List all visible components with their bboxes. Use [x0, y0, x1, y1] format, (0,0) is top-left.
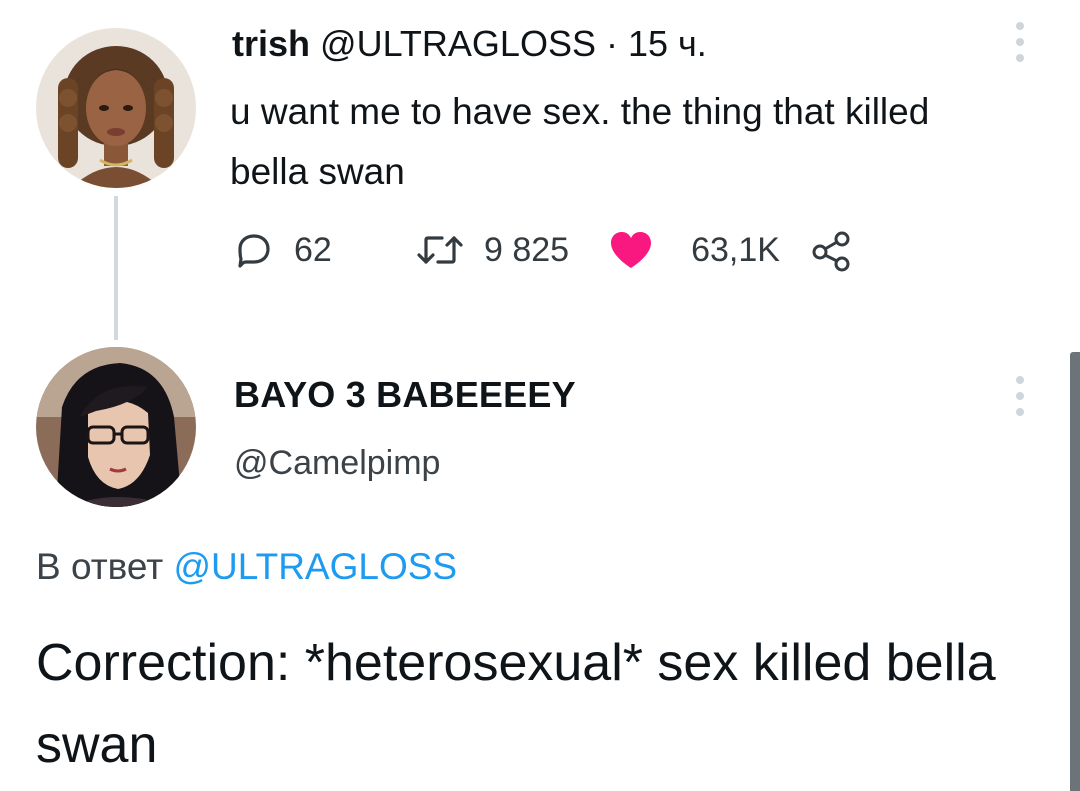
more-options-icon[interactable] [1014, 376, 1026, 416]
like-button[interactable]: 63,1K [607, 228, 780, 272]
heart-filled-icon [607, 228, 655, 272]
retweet-button[interactable]: 9 825 [414, 228, 569, 272]
replying-to: В ответ @ULTRAGLOSS [36, 543, 457, 591]
avatar-trish[interactable] [36, 28, 196, 188]
share-button[interactable] [808, 228, 856, 272]
reply-button[interactable]: 62 [232, 228, 414, 272]
tweet-text: Correction: *heterosexual* sex killed be… [36, 634, 996, 774]
retweet-arrows-icon [414, 228, 466, 272]
share-nodes-icon [808, 228, 856, 272]
tweet-header: trish @ULTRAGLOSS · 15 ч. [232, 22, 707, 66]
retweet-count: 9 825 [484, 230, 570, 269]
thread-connector-line [114, 196, 118, 340]
avatar-bayo[interactable] [36, 347, 196, 507]
tweet-text: u want me to have sex. the thing that ki… [230, 91, 930, 192]
tweet-timestamp[interactable]: 15 ч. [628, 23, 707, 64]
replying-to-label: В ответ [36, 546, 164, 587]
replying-to-mention[interactable]: @ULTRAGLOSS [174, 546, 458, 587]
author-name[interactable]: trish [232, 23, 310, 64]
author-handle[interactable]: @ULTRAGLOSS [320, 23, 596, 64]
author-handle[interactable]: @Camelpimp [234, 440, 440, 486]
like-count: 63,1K [691, 230, 780, 269]
scrollbar[interactable] [1070, 352, 1080, 791]
tweet-actions: 62 9 825 63,1K [232, 224, 856, 276]
speech-bubble-icon [232, 228, 276, 272]
meta-separator: · [595, 23, 628, 64]
reply-count: 62 [294, 230, 332, 269]
author-name[interactable]: BAYO 3 BABEEEEY [234, 372, 576, 418]
more-options-icon[interactable] [1014, 22, 1026, 62]
